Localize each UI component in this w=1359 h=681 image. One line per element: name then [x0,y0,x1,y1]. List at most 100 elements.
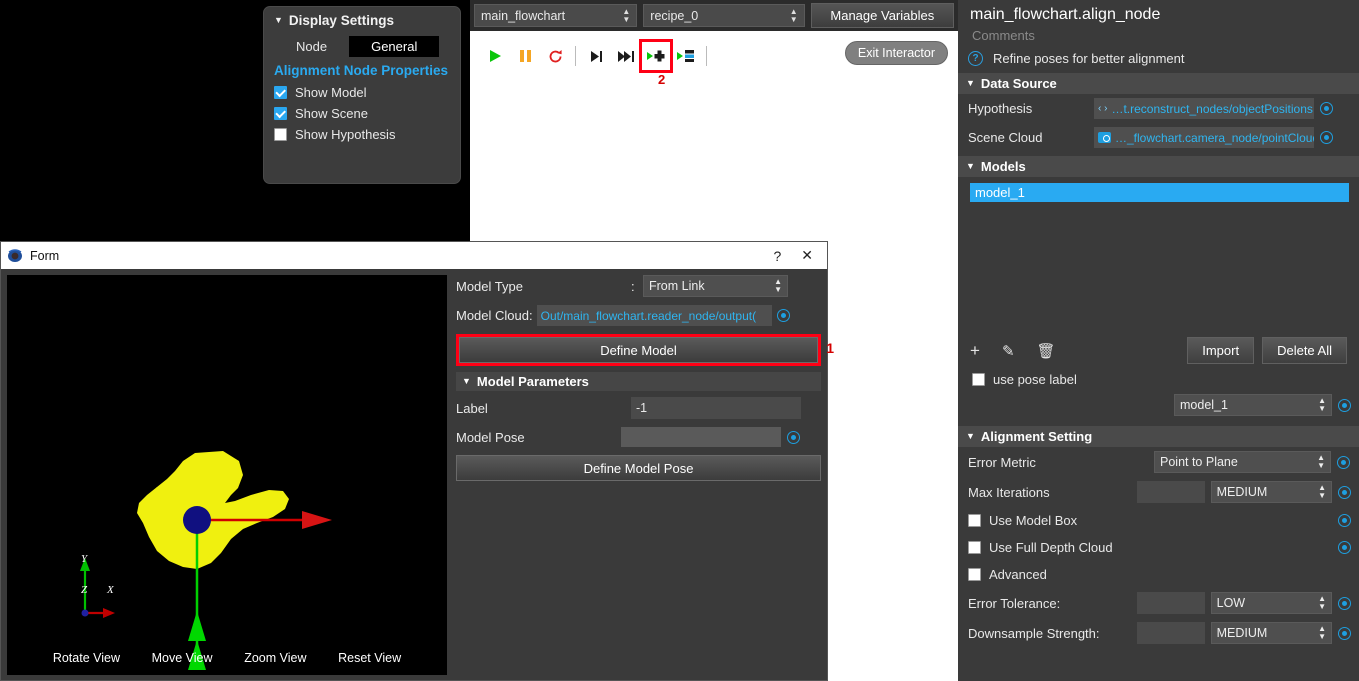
form-titlebar[interactable]: Form ? ✕ [1,242,827,269]
section-alignment-setting[interactable]: ▼ Alignment Setting [958,426,1359,447]
downsample-strength-label: Downsample Strength: [968,625,1100,641]
triangle-down-icon: ▼ [966,161,975,171]
model-cloud-value[interactable]: Out/main_flowchart.reader_node/output( [536,305,772,326]
max-iterations-select[interactable]: MEDIUM ▲ ▼ [1210,481,1332,503]
checkbox-show-model[interactable]: Show Model [274,85,450,100]
display-settings-tabs: Node General [274,36,450,57]
row-model-type: Model Type : From Link ▲ ▼ [456,275,821,297]
row-scene-cloud: Scene Cloud …_flowchart.camera_node/poin… [958,123,1359,152]
scene-cloud-value[interactable]: …_flowchart.camera_node/pointCloud [1094,127,1314,148]
models-list[interactable]: model_1 [970,183,1349,331]
tab-general[interactable]: General [349,36,440,57]
error-tolerance-input[interactable] [1137,592,1205,614]
checkbox-use-pose-label[interactable]: use pose label [958,372,1359,387]
model-3d-viewer[interactable]: Y Z X Rotate View Move View Zoom View Re… [7,275,447,675]
edit-pencil-icon[interactable]: ✎ [1002,342,1015,360]
scene-cloud-link-toggle[interactable] [1320,131,1333,144]
max-iterations-link-toggle[interactable] [1338,485,1351,499]
downsample-strength-value: MEDIUM [1216,626,1268,640]
move-view-button[interactable]: Move View [152,651,213,665]
step-once-icon[interactable] [581,41,611,71]
checkbox-icon [274,86,287,99]
checkbox-icon [968,541,981,554]
display-settings-title: Display Settings [288,13,394,28]
section-alignment-setting-label: Alignment Setting [980,429,1093,444]
zoom-view-button[interactable]: Zoom View [244,651,306,665]
model-type-value: From Link [649,279,705,293]
comments-field[interactable]: Comments [958,26,1359,43]
max-iterations-label: Max Iterations [968,484,1050,500]
max-iterations-input[interactable] [1137,481,1205,503]
checkbox-use-model-box[interactable]: Use Model Box [968,513,1332,528]
section-model-parameters-label: Model Parameters [476,374,589,389]
hint-row: ? Refine poses for better alignment [958,43,1359,73]
hint-text: Refine poses for better alignment [993,51,1185,66]
hypothesis-link-toggle[interactable] [1320,102,1333,115]
hypothesis-value[interactable]: ‹ › …t.reconstruct_nodes/objectPositions [1094,98,1314,119]
downsample-strength-input[interactable] [1137,622,1205,644]
use-model-box-link-toggle[interactable] [1338,514,1351,527]
row-use-full-depth-cloud: Use Full Depth Cloud [958,534,1359,561]
tab-node[interactable]: Node [274,36,349,57]
display-settings-header[interactable]: ▼ Display Settings [274,13,450,28]
delete-all-button[interactable]: Delete All [1262,337,1347,364]
row-error-tolerance: Error Tolerance: LOW ▲ ▼ [958,588,1359,618]
recipe-select[interactable]: recipe_0 ▲ ▼ [643,4,805,27]
model-cloud-value-text: Out/main_flowchart.reader_node/output( [540,308,757,323]
checkbox-show-hypothesis[interactable]: Show Hypothesis [274,127,450,142]
checkbox-show-scene[interactable]: Show Scene [274,106,450,121]
row-advanced: Advanced [958,561,1359,588]
run-interactor-icon[interactable] [671,41,701,71]
reset-view-button[interactable]: Reset View [338,651,401,665]
section-data-source[interactable]: ▼ Data Source [958,73,1359,94]
import-button[interactable]: Import [1187,337,1255,364]
label-input[interactable]: -1 [631,397,801,419]
model-pose-label: Model Pose [456,429,525,445]
use-full-depth-cloud-link-toggle[interactable] [1338,541,1351,554]
use-full-depth-cloud-label: Use Full Depth Cloud [989,540,1113,555]
checkbox-icon [274,107,287,120]
error-metric-select[interactable]: Point to Plane ▲ ▼ [1154,451,1331,473]
section-model-parameters[interactable]: ▼ Model Parameters [456,372,821,391]
pause-icon[interactable] [510,41,540,71]
flowchart-select[interactable]: main_flowchart ▲ ▼ [474,4,638,27]
model-pose-link-toggle[interactable] [787,430,800,444]
reset-icon[interactable] [540,41,570,71]
error-metric-link-toggle[interactable] [1337,455,1350,469]
downsample-strength-link-toggle[interactable] [1338,626,1351,640]
list-item[interactable]: model_1 [970,183,1349,202]
add-icon[interactable]: + [970,341,980,361]
checkbox-advanced[interactable]: Advanced [968,567,1351,582]
model-select[interactable]: model_1 ▲ ▼ [1174,394,1332,416]
section-data-source-label: Data Source [980,76,1057,91]
error-tolerance-link-toggle[interactable] [1338,596,1351,610]
chevron-updown-icon: ▲ ▼ [1318,396,1326,413]
model-select-link-toggle[interactable] [1338,398,1351,412]
help-button[interactable]: ? [773,248,781,264]
form-dialog: Form ? ✕ Y Z X Rotate View Move View Zoo… [0,241,834,681]
model-cloud-link-toggle[interactable] [776,309,790,322]
checkbox-icon [972,373,985,386]
rotate-view-button[interactable]: Rotate View [53,651,120,665]
help-icon[interactable]: ? [968,51,983,66]
flowchart-toolbar: Exit Interactor [470,31,958,81]
step-multiple-icon[interactable] [611,41,641,71]
form-right-pane: Model Type : From Link ▲ ▼ Model Cloud: O… [456,275,834,675]
row-error-metric: Error Metric Point to Plane ▲ ▼ [958,447,1359,477]
trash-icon[interactable]: 🗑 [1037,342,1056,360]
model-type-select[interactable]: From Link ▲ ▼ [643,275,788,297]
define-model-pose-button[interactable]: Define Model Pose [456,455,821,481]
section-models[interactable]: ▼ Models [958,156,1359,177]
checkbox-show-model-label: Show Model [295,85,367,100]
downsample-strength-select[interactable]: MEDIUM ▲ ▼ [1210,622,1332,644]
define-model-button[interactable]: Define Model [459,337,818,363]
run-to-node-icon[interactable] [639,39,673,73]
error-tolerance-select[interactable]: LOW ▲ ▼ [1210,592,1332,614]
close-icon[interactable]: ✕ [801,247,813,264]
checkbox-use-full-depth-cloud[interactable]: Use Full Depth Cloud [968,540,1332,555]
manage-variables-button[interactable]: Manage Variables [810,3,954,28]
exit-interactor-button[interactable]: Exit Interactor [844,41,948,65]
model-pose-input[interactable] [621,427,781,447]
label-label: Label [456,400,488,416]
run-icon[interactable] [480,41,510,71]
